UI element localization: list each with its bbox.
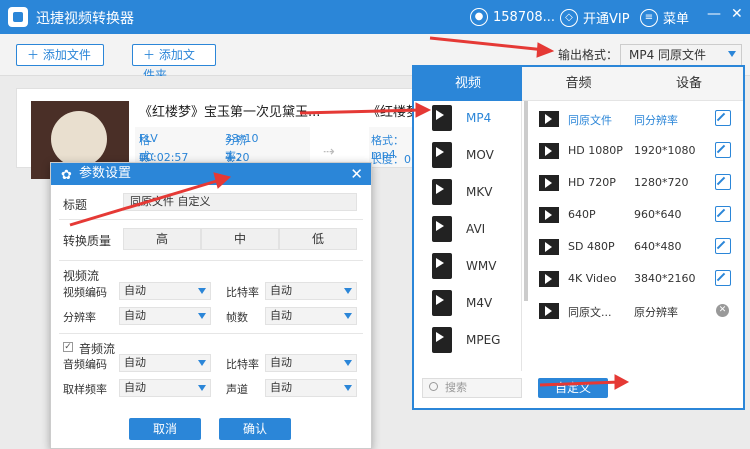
arrowhead: [614, 374, 630, 390]
red-arrow-custom: [539, 380, 621, 387]
arrowhead: [536, 42, 555, 58]
red-arrow-mp4: [299, 108, 421, 115]
arrowhead: [415, 102, 432, 118]
red-arrow-output: [429, 36, 546, 52]
arrowhead: [213, 172, 232, 189]
annotation-arrows: [69, 36, 630, 390]
red-arrow-dialog: [69, 178, 221, 227]
